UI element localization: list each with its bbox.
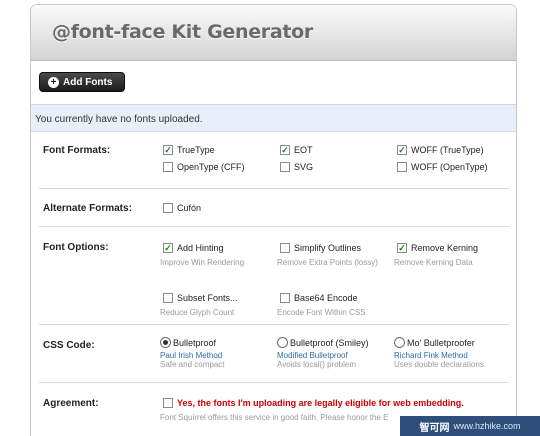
generator-panel: @font-face Kit Generator + Add Fonts You…	[30, 4, 517, 436]
modified-bulletproof-link[interactable]: Modified Bulletproof	[277, 351, 348, 360]
base64-encode-desc: Encode Font Within CSS	[277, 308, 366, 317]
mo-bulletproofer-desc: Uses double declarations	[394, 360, 484, 369]
plus-circle-icon: +	[48, 76, 59, 88]
option-bulletproof[interactable]: Bulletproof	[160, 337, 216, 348]
css-code-label: CSS Code:	[43, 340, 95, 351]
alternate-formats-label: Alternate Formats:	[43, 203, 132, 214]
option-base64-encode[interactable]: Base64 Encode	[280, 293, 358, 303]
option-simplify-outlines[interactable]: Simplify Outlines	[280, 243, 361, 253]
richard-fink-method-link[interactable]: Richard Fink Method	[394, 351, 468, 360]
checkbox-eot[interactable]: ✓	[280, 145, 290, 155]
bulletproof-desc: Safe and compact	[160, 360, 225, 369]
font-options-row: Font Options: ✓ Add Hinting Improve Win …	[39, 227, 509, 325]
checkbox-remove-kerning[interactable]: ✓	[397, 243, 407, 253]
checkbox-add-hinting[interactable]: ✓	[163, 243, 173, 253]
radio-bulletproof[interactable]	[160, 337, 171, 348]
font-formats-row: Font Formats: ✓ TrueType ✓ EOT ✓ WOFF (T…	[39, 133, 509, 189]
option-agreement[interactable]: Yes, the fonts I'm uploading are legally…	[163, 398, 464, 408]
option-mo-bulletproofer[interactable]: Mo' Bulletproofer	[394, 337, 475, 348]
checkbox-subset-fonts[interactable]	[163, 293, 173, 303]
option-svg[interactable]: SVG	[280, 162, 313, 172]
checkbox-woff-opentype[interactable]	[397, 162, 407, 172]
radio-bulletproof-smiley[interactable]	[277, 337, 288, 348]
add-fonts-label: Add Fonts	[63, 76, 113, 88]
watermark-url: www.hzhike.com	[453, 421, 521, 431]
checkbox-truetype[interactable]: ✓	[163, 145, 173, 155]
option-opentype-cff[interactable]: OpenType (CFF)	[163, 162, 245, 172]
alternate-formats-row: Alternate Formats: Cufón	[39, 189, 509, 227]
css-code-row: CSS Code: Bulletproof Paul Irish Method …	[39, 325, 509, 383]
checkbox-base64-encode[interactable]	[280, 293, 290, 303]
agreement-desc: Font Squirrel offers this service in goo…	[160, 413, 389, 422]
font-formats-label: Font Formats:	[43, 145, 111, 156]
option-eot[interactable]: ✓ EOT	[280, 145, 313, 155]
checkbox-agreement[interactable]	[163, 398, 173, 408]
option-remove-kerning[interactable]: ✓ Remove Kerning	[397, 243, 478, 253]
option-truetype[interactable]: ✓ TrueType	[163, 145, 215, 155]
option-bulletproof-smiley[interactable]: Bulletproof (Smiley)	[277, 337, 369, 348]
subset-fonts-desc: Reduce Glyph Count	[160, 308, 235, 317]
simplify-outlines-desc: Remove Extra Points (lossy)	[277, 258, 378, 267]
remove-kerning-desc: Remove Kerning Data	[394, 258, 473, 267]
checkbox-cufon[interactable]	[163, 203, 173, 213]
option-add-hinting[interactable]: ✓ Add Hinting	[163, 243, 224, 253]
option-woff-truetype[interactable]: ✓ WOFF (TrueType)	[397, 145, 484, 155]
checkbox-opentype-cff[interactable]	[163, 162, 173, 172]
checkbox-simplify-outlines[interactable]	[280, 243, 290, 253]
site-watermark: 智可网 www.hzhike.com	[400, 416, 540, 436]
checkbox-woff-truetype[interactable]: ✓	[397, 145, 407, 155]
add-hinting-desc: Improve Win Rendering	[160, 258, 245, 267]
option-cufon[interactable]: Cufón	[163, 203, 201, 213]
no-fonts-notice: You currently have no fonts uploaded.	[31, 104, 516, 132]
toolbar: + Add Fonts	[31, 62, 516, 104]
page-title: @font-face Kit Generator	[52, 21, 313, 43]
option-subset-fonts[interactable]: Subset Fonts...	[163, 293, 238, 303]
checkbox-svg[interactable]	[280, 162, 290, 172]
add-fonts-button[interactable]: + Add Fonts	[39, 72, 125, 92]
option-woff-opentype[interactable]: WOFF (OpenType)	[397, 162, 488, 172]
agreement-text: Yes, the fonts I'm uploading are legally…	[177, 398, 464, 408]
paul-irish-method-link[interactable]: Paul Irish Method	[160, 351, 222, 360]
font-options-label: Font Options:	[43, 242, 109, 253]
bulletproof-smiley-desc: Avoids local() problem	[277, 360, 356, 369]
watermark-site: 智可网	[419, 422, 450, 434]
header-bar: @font-face Kit Generator	[31, 5, 516, 61]
radio-mo-bulletproofer[interactable]	[394, 337, 405, 348]
agreement-label: Agreement:	[43, 398, 99, 409]
